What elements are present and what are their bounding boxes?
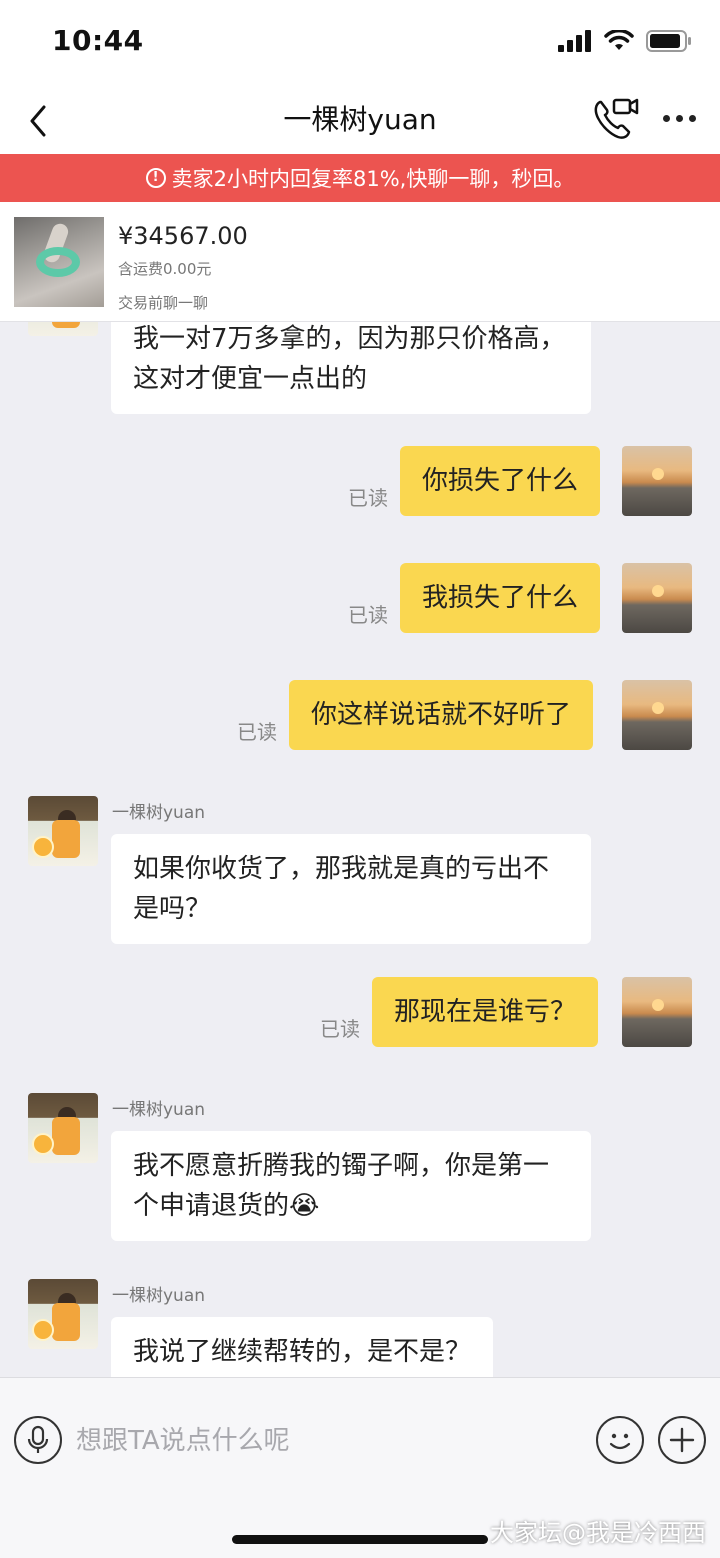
notice-text: 卖家2小时内回复率81%,快聊一聊，秒回。 [171,167,575,191]
input-bar [0,1377,720,1499]
message-text: 那现在是谁亏？ [394,997,577,1027]
message-text: 你损失了什么 [422,466,579,496]
battery-icon [646,30,691,52]
peer-avatar[interactable] [28,1279,98,1349]
message-bubble[interactable]: 你损失了什么 [400,446,601,516]
emoji-icon [609,1433,631,1450]
sender-name: 一棵树yuan [112,1286,206,1306]
signal-icon [558,30,591,52]
plus-icon [669,1427,695,1453]
wifi-icon [604,30,634,50]
video-call-icon [594,98,639,139]
message-text: 我一对7万多拿的，因为那只价格高，这对才便宜一点出的 [133,324,566,394]
status-time: 10:44 [52,24,144,57]
self-avatar[interactable] [622,563,692,633]
avatar-jar [52,322,80,328]
message-bubble[interactable]: 如果你收货了，那我就是真的亏出不是吗？ [111,834,591,944]
product-subtitle: 交易前聊一聊 [118,294,209,312]
status-bar: 10:44 [0,0,720,88]
message-text: 你这样说话就不好听了 [311,700,572,730]
peer-avatar[interactable] [28,796,98,866]
peer-avatar[interactable] [28,1093,98,1163]
alert-icon: ! [145,168,166,188]
sender-name: 一棵树yuan [112,1100,206,1120]
chat-messages[interactable]: 我一对7万多拿的，因为那只价格高，这对才便宜一点出的 已读 你损失了什么 已读 … [0,322,720,1377]
avatar-jar [52,1117,80,1155]
product-shipping: 含运费0.00元 [118,260,212,278]
message-bubble[interactable]: 我不愿意折腾我的镯子啊，你是第一个申请退货的😭 [111,1131,591,1241]
reply-rate-notice: ! 卖家2小时内回复率81%,快聊一聊，秒回。 [0,154,720,202]
avatar-jar [52,820,80,858]
product-image[interactable] [14,217,104,307]
jade-bangle-shape [36,247,80,277]
video-call-button[interactable] [590,92,642,144]
read-status: 已读 [348,486,388,510]
message-bubble[interactable]: 我一对7万多拿的，因为那只价格高，这对才便宜一点出的 [111,322,591,414]
read-status: 已读 [237,720,277,744]
avatar-sun [652,468,664,480]
message-text: 我损失了什么 [422,583,579,613]
message-text: 我不愿意折腾我的镯子啊，你是第一个申请退货的😭 [133,1151,550,1221]
avatar-orange [32,1319,54,1341]
peer-avatar[interactable] [28,322,98,336]
message-bubble[interactable]: 我损失了什么 [400,563,601,633]
avatar-orange [32,1133,54,1155]
message-text: 我说了继续帮转的，是不是？ [133,1337,472,1367]
product-price: ¥34567.00 [118,222,248,250]
avatar-jar [52,1303,80,1341]
message-bubble[interactable]: 我说了继续帮转的，是不是？ [111,1317,494,1377]
nav-bar: 一棵树yuan [0,88,720,154]
avatar-sun [652,585,664,597]
self-avatar[interactable] [622,446,692,516]
more-icon-dot [675,114,683,122]
home-area: 大家坛@我是冷西西 [0,1499,720,1558]
read-status: 已读 [320,1017,360,1041]
status-icons [558,30,692,52]
message-input[interactable] [76,1418,576,1464]
emoji-button[interactable] [596,1416,644,1464]
mic-icon [27,1425,49,1453]
self-avatar[interactable] [622,977,692,1047]
avatar-sun [652,999,664,1011]
product-card[interactable]: ¥34567.00 含运费0.00元 交易前聊一聊 [0,202,720,322]
watermark: 大家坛@我是冷西西 [490,1519,706,1547]
more-button[interactable] [656,98,702,138]
more-icon-dot [662,114,670,122]
sender-name: 一棵树yuan [112,803,206,823]
more-actions-button[interactable] [658,1416,706,1464]
avatar-orange [32,836,54,858]
avatar-sun [652,702,664,714]
message-text: 如果你收货了，那我就是真的亏出不是吗？ [133,854,550,924]
message-bubble[interactable]: 那现在是谁亏？ [372,977,599,1047]
home-indicator[interactable] [232,1535,488,1544]
self-avatar[interactable] [622,680,692,750]
read-status: 已读 [348,603,388,627]
message-bubble[interactable]: 你这样说话就不好听了 [289,680,594,750]
more-icon-dot [688,114,696,122]
voice-button[interactable] [14,1416,62,1464]
